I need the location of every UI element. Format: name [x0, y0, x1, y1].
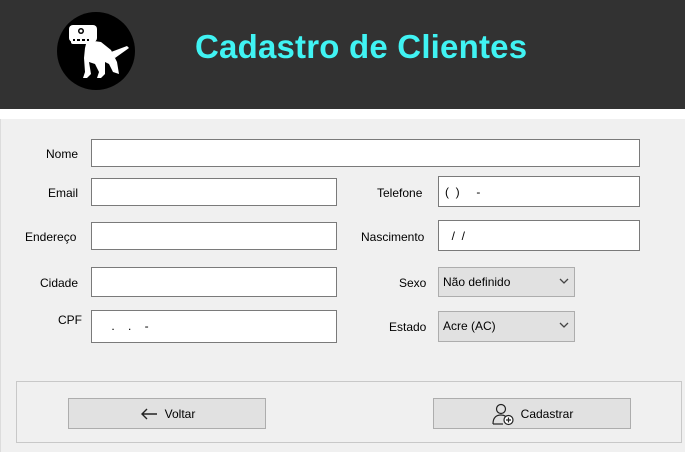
arrow-left-icon [140, 408, 157, 419]
cpf-input[interactable]: . . - [91, 310, 337, 343]
telefone-label: Telefone [377, 186, 423, 200]
chevron-down-icon [559, 278, 569, 284]
cidade-label: Cidade [40, 276, 79, 290]
nascimento-input[interactable]: / / [438, 220, 640, 251]
sexo-select[interactable]: Não definido [438, 267, 575, 297]
estado-label: Estado [389, 320, 427, 334]
cidade-input[interactable] [91, 267, 337, 297]
estado-select[interactable]: Acre (AC) [438, 311, 575, 342]
email-input[interactable] [91, 178, 337, 206]
chevron-down-icon [559, 322, 569, 328]
endereco-input[interactable] [91, 222, 337, 250]
cpf-label: CPF [58, 313, 82, 327]
app-header: Cadastro de Clientes [0, 0, 685, 109]
estado-selected-value: Acre (AC) [443, 319, 496, 333]
add-user-icon [492, 403, 514, 425]
nascimento-label: Nascimento [361, 230, 425, 244]
sexo-label: Sexo [399, 276, 427, 290]
dinosaur-icon [57, 12, 135, 90]
nome-label: Nome [46, 147, 79, 161]
telefone-input[interactable]: ( ) - [438, 176, 640, 207]
header-separator [0, 109, 685, 119]
endereco-label: Endereço [25, 230, 77, 244]
nome-input[interactable] [91, 139, 640, 167]
voltar-label: Voltar [164, 406, 196, 421]
email-label: Email [48, 186, 79, 200]
page-title: Cadastro de Clientes [195, 28, 528, 65]
sexo-selected-value: Não definido [443, 275, 511, 289]
voltar-button[interactable]: Voltar [68, 398, 266, 429]
cadastrar-button[interactable]: Cadastrar [433, 398, 631, 429]
cadastrar-label: Cadastrar [520, 406, 574, 421]
